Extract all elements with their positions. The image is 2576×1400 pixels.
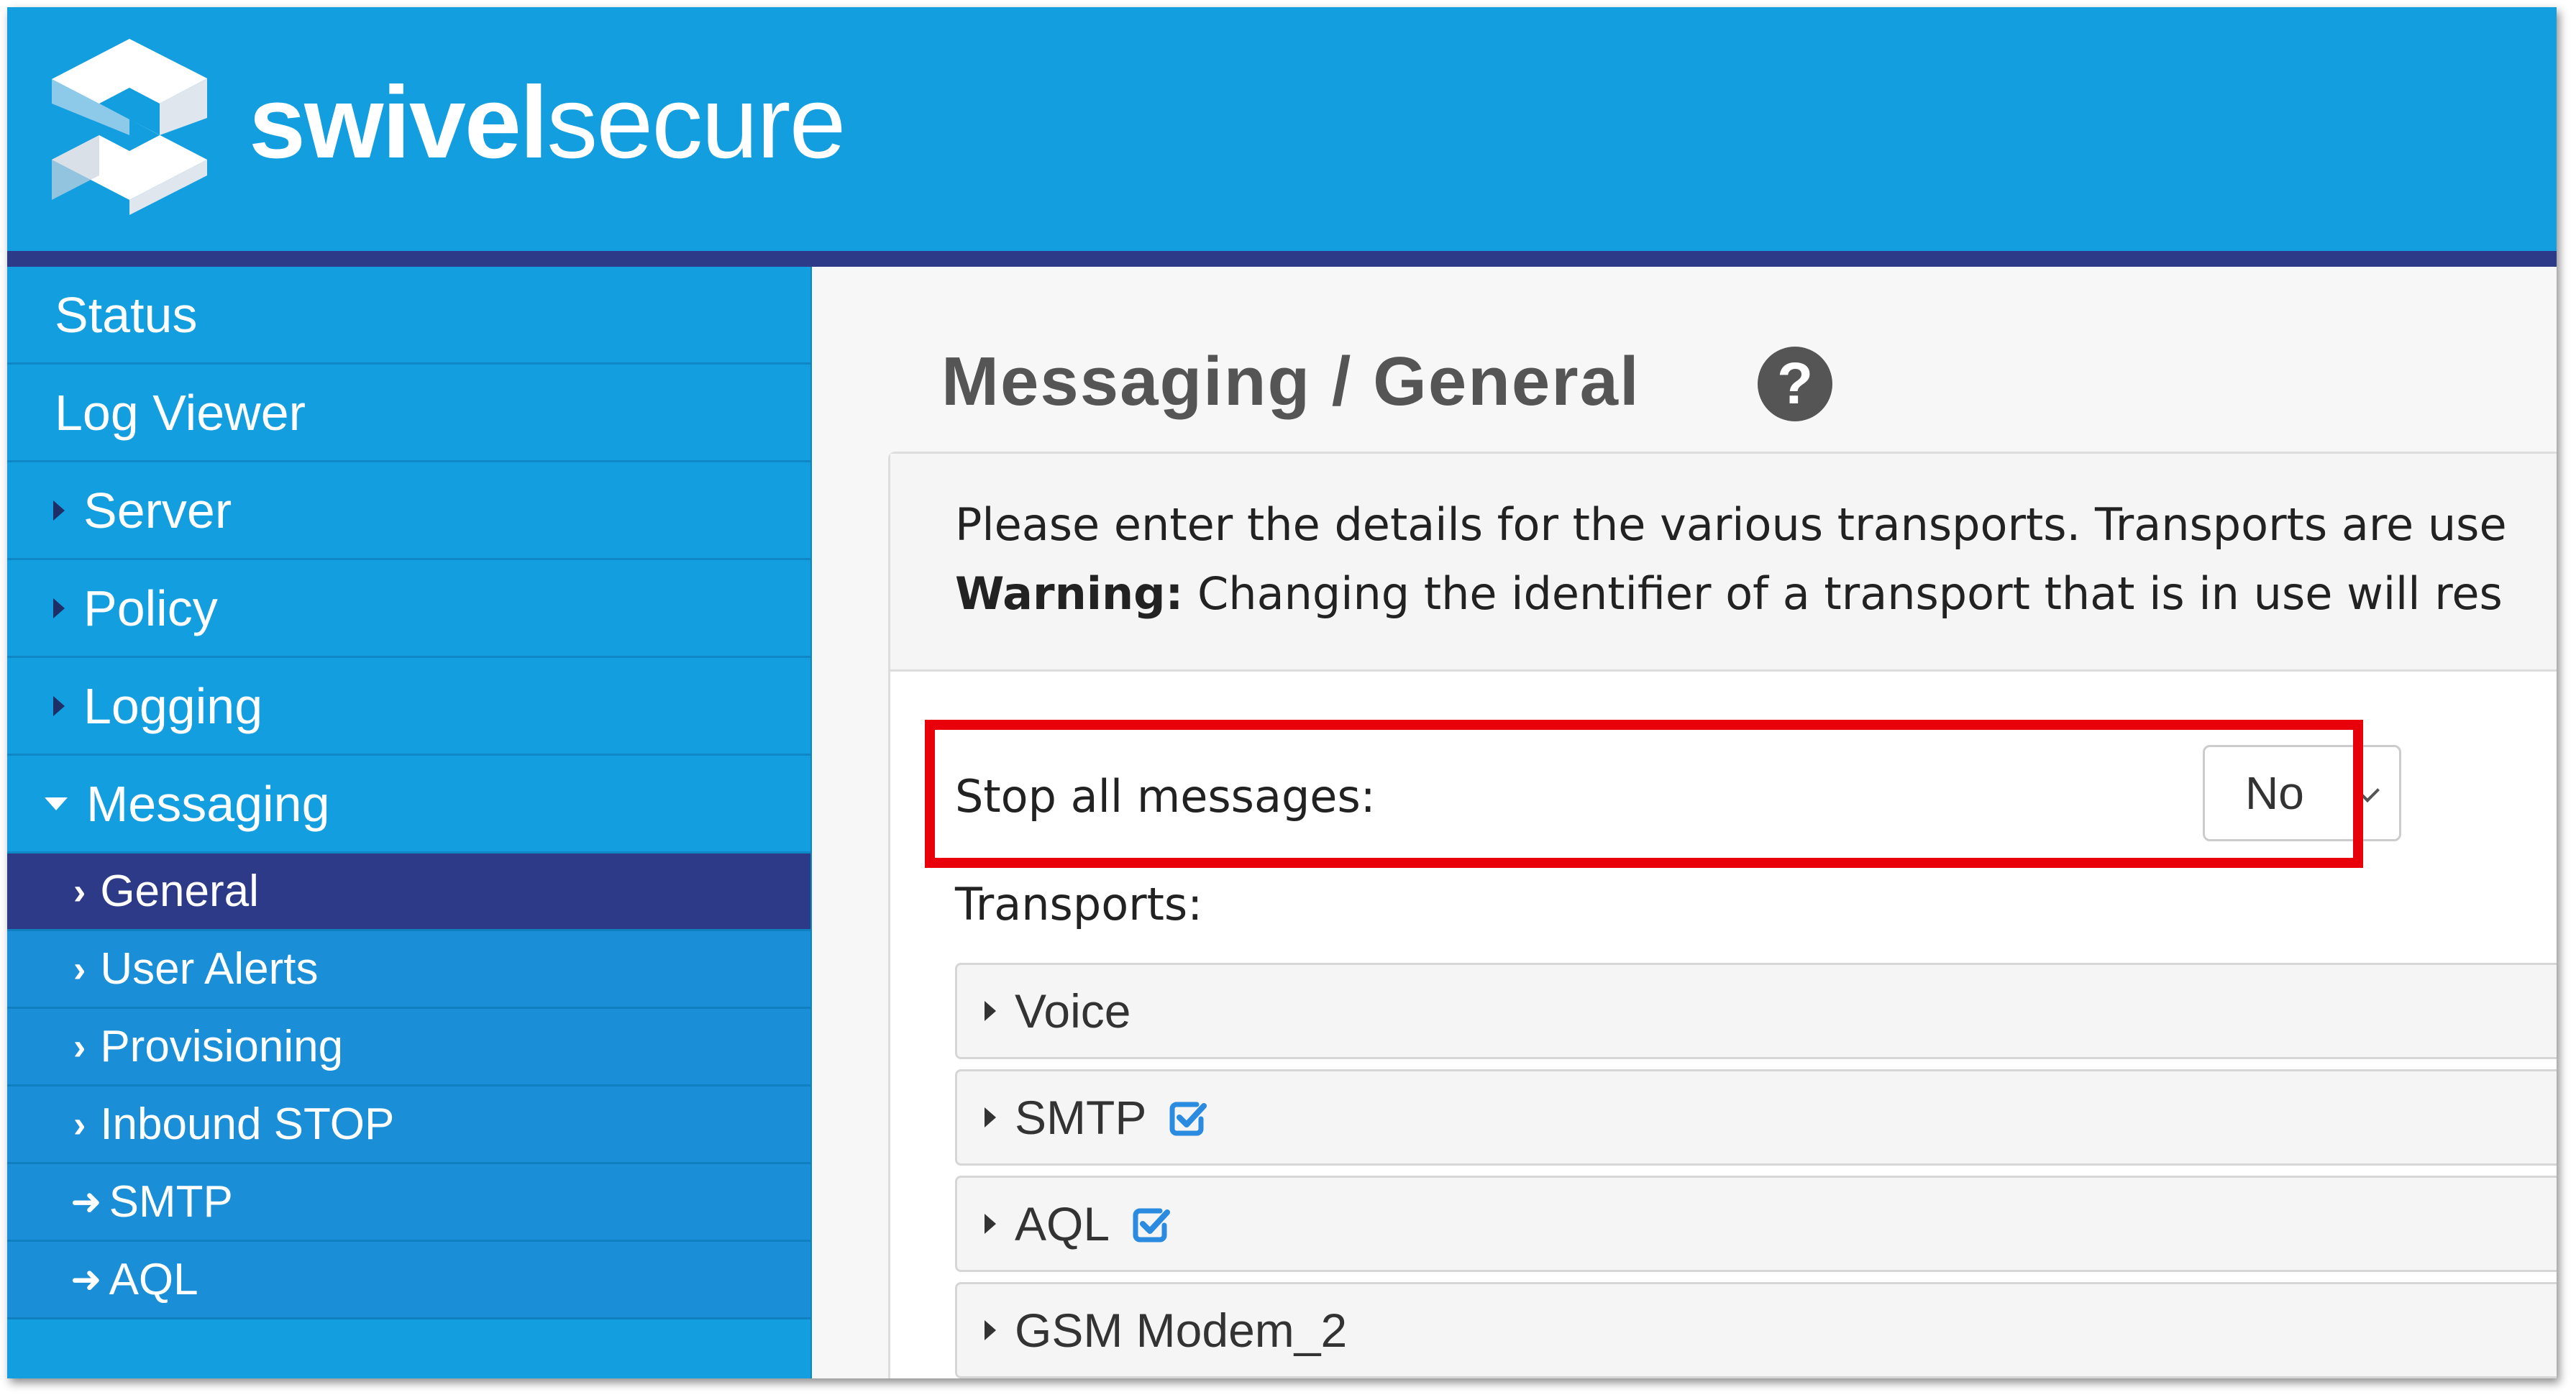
sidebar-item-messaging[interactable]: Messaging [7,756,810,854]
sidebar-item-label: Log Viewer [55,384,306,441]
header: swivelsecure [7,7,2557,251]
caret-right-icon [53,598,65,618]
sidebar-item-log-viewer[interactable]: Log Viewer [7,365,810,462]
warning-label: Warning: [955,567,1184,620]
sidebar-item-logging[interactable]: Logging [7,658,810,756]
sidebar-subitem-general[interactable]: › General [7,854,810,931]
checkbox-checked-icon [1133,1208,1171,1243]
highlight-box [925,720,2363,868]
caret-right-icon [985,1107,996,1127]
arrow-right-icon: ➜ [70,1181,102,1223]
sidebar-item-label: Status [55,286,198,343]
chevron-right-icon: › [73,1025,86,1068]
brand-name: swivelsecure [249,62,846,184]
transport-voice[interactable]: Voice [955,963,2557,1059]
sidebar-item-label: Messaging [86,775,330,832]
caret-right-icon [985,1320,996,1340]
sidebar-subitem-provisioning[interactable]: › Provisioning [7,1009,810,1086]
transport-smtp[interactable]: SMTP [955,1069,2557,1166]
sidebar-subitem-label: General [100,866,259,916]
page-title: Messaging / General [941,343,1640,420]
transports-label: Transports: [955,878,1203,930]
chevron-right-icon: › [73,1103,86,1145]
swivel-logo-icon [52,39,207,215]
brand-name-light: secure [547,65,846,180]
sidebar-subitem-user-alerts[interactable]: › User Alerts [7,931,810,1009]
brand-name-bold: swivel [249,65,548,180]
sidebar-subitem-label: Inbound STOP [100,1099,395,1149]
sidebar-item-label: Logging [83,677,263,734]
sidebar-subitem-label: User Alerts [100,944,319,994]
caret-right-icon [985,1001,996,1021]
transport-aql[interactable]: AQL [955,1176,2557,1272]
sidebar-item-label: Policy [83,580,218,636]
transport-label: SMTP [1015,1091,1147,1144]
header-divider [7,251,2557,267]
app-window: swivelsecure Status Log Viewer Server Po… [7,7,2557,1378]
sidebar-item-status[interactable]: Status [7,267,810,365]
sidebar-subitem-label: AQL [109,1255,198,1304]
caret-right-icon [985,1214,996,1234]
sidebar-subitem-label: SMTP [109,1177,233,1227]
chevron-right-icon: › [73,948,86,990]
transport-label: GSM Modem_2 [1015,1304,1348,1357]
panel-header: Please enter the details for the various… [890,454,2557,672]
transport-label: AQL [1015,1197,1110,1250]
arrow-right-icon: ➜ [70,1258,102,1301]
sidebar-item-policy[interactable]: Policy [7,560,810,658]
checkbox-checked-icon [1169,1102,1207,1136]
sidebar-subitem-inbound-stop[interactable]: › Inbound STOP [7,1086,810,1164]
warning-message: Changing the identifier of a transport t… [1183,567,2503,620]
caret-right-icon [53,695,65,716]
transport-label: Voice [1015,984,1131,1038]
caret-down-icon [45,797,68,810]
sidebar-subitem-label: Provisioning [100,1022,344,1071]
sidebar-subitem-aql[interactable]: ➜ AQL [7,1242,810,1319]
sidebar: Status Log Viewer Server Policy Logging … [7,267,812,1378]
chevron-right-icon: › [73,870,86,912]
help-icon[interactable]: ? [1758,347,1832,421]
main-content: Messaging / General ? Please enter the d… [812,267,2557,1378]
warning-text: Warning: Changing the identifier of a tr… [955,567,2503,620]
sidebar-subitem-smtp[interactable]: ➜ SMTP [7,1164,810,1242]
sidebar-item-server[interactable]: Server [7,462,810,560]
intro-text: Please enter the details for the various… [955,498,2507,551]
transport-gsm-modem-2[interactable]: GSM Modem_2 [955,1282,2557,1378]
settings-panel: Please enter the details for the various… [888,452,2557,1378]
sidebar-item-label: Server [83,482,232,539]
caret-right-icon [53,500,65,521]
